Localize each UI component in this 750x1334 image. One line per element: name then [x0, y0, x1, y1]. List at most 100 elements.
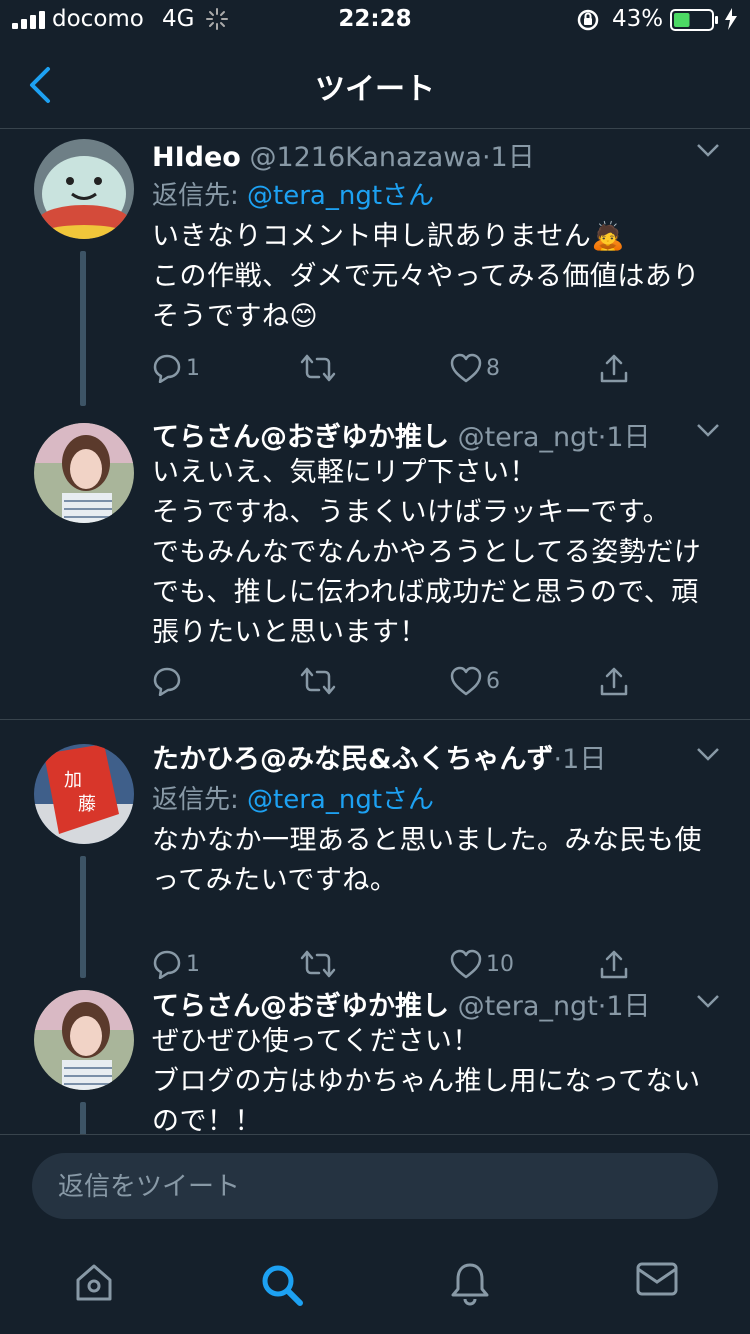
- reply-composer: [0, 1134, 750, 1240]
- heart-icon: [450, 353, 482, 383]
- tweet-text-line: ってみたいですね。: [152, 865, 398, 896]
- thread-line: [80, 1102, 86, 1134]
- share-button[interactable]: [598, 353, 630, 385]
- tweet-time: 1日: [562, 744, 607, 775]
- tweet-text-line: いきなりコメント申し訳ありません🙇: [152, 221, 626, 252]
- tweet-text: ぜひぜひ使ってください！ ブログの方はゆかちゃん推し用になってない ので！！: [152, 1022, 722, 1134]
- reply-to-label: 返信先:: [152, 785, 248, 815]
- reply-button[interactable]: [152, 666, 186, 696]
- tweet-header: てらさん@おぎゆか推し @tera_ngt·1日: [152, 984, 651, 1023]
- reply-to-mention[interactable]: @tera_ngtさん: [247, 181, 434, 211]
- share-icon: [600, 667, 628, 696]
- battery-icon: [670, 9, 718, 31]
- tweet-actions: 6: [152, 666, 632, 706]
- thread-line: [80, 856, 86, 978]
- avatar[interactable]: [34, 423, 134, 523]
- tweet-text-line: いえいえ、気軽にリプ下さい！: [152, 457, 537, 488]
- reply-icon: [153, 667, 181, 696]
- tweet-time: 1日: [606, 991, 651, 1022]
- page-title: ツイート: [315, 72, 435, 107]
- tweet-text-line: そうですね、うまくいけばラッキーです。: [152, 497, 671, 528]
- like-count: 10: [486, 951, 514, 977]
- share-button[interactable]: [598, 949, 630, 981]
- heart-icon: [450, 949, 482, 979]
- tweet-text-line: なかなか一理あると思いました。みな民も使: [152, 825, 702, 856]
- battery-percent: 43%: [612, 6, 664, 32]
- tweet-text-line: ぜひぜひ使ってください！: [152, 1026, 480, 1057]
- charging-icon: [725, 8, 737, 30]
- tweet-text-line: ので！！: [152, 1106, 262, 1134]
- thread-line: [80, 251, 86, 406]
- tweet-text: いきなりコメント申し訳ありません🙇 この作戦、ダメで元々やってみる価値はあり そ…: [152, 217, 722, 337]
- home-icon[interactable]: [72, 1261, 116, 1305]
- reply-box[interactable]: [32, 1153, 718, 1221]
- reply-count: 1: [186, 951, 200, 977]
- tweet-header: てらさん@おぎゆか推し @tera_ngt·1日: [152, 415, 651, 454]
- chevron-down-icon[interactable]: [696, 423, 720, 437]
- reply-count: 1: [186, 355, 200, 381]
- user-display-name[interactable]: てらさん@おぎゆか推し: [152, 422, 449, 453]
- tweet-header: たかひろ@みな民&ふくちゃんず·1日: [152, 737, 606, 776]
- retweet-icon: [300, 667, 336, 695]
- retweet-button[interactable]: [300, 949, 340, 979]
- like-count: 8: [486, 355, 500, 381]
- tweet-actions: 1 8: [152, 353, 632, 393]
- user-handle: @tera_ngt: [457, 422, 598, 453]
- user-display-name[interactable]: てらさん@おぎゆか推し: [152, 991, 449, 1022]
- tweet-text: いえいえ、気軽にリプ下さい！ そうですね、うまくいけばラッキーです。 でもみんな…: [152, 453, 722, 653]
- reply-to-mention[interactable]: @tera_ngtさん: [247, 785, 434, 815]
- tweet-text-line: でもみんなでなんかやろうとしてる姿勢だけ: [152, 537, 702, 568]
- notifications-icon[interactable]: [448, 1261, 492, 1307]
- separator-dot: ·: [481, 142, 491, 173]
- tweet-text-line: この作戦、ダメで元々やってみる価値はあり: [152, 261, 700, 292]
- reply-icon: [153, 354, 181, 383]
- reply-to-line: 返信先: @tera_ngtさん: [152, 175, 434, 212]
- reply-button[interactable]: 1: [152, 949, 200, 979]
- chevron-down-icon[interactable]: [696, 747, 720, 761]
- avatar[interactable]: 加 藤: [34, 744, 134, 844]
- reply-input[interactable]: [56, 1153, 700, 1221]
- retweet-button[interactable]: [300, 353, 340, 383]
- tweet-item[interactable]: てらさん@おぎゆか推し @tera_ngt·1日 ぜひぜひ使ってください！ ブロ…: [0, 980, 750, 1134]
- retweet-icon: [300, 354, 336, 382]
- tweet-item[interactable]: HIdeo @1216Kanazawa·1日 返信先: @tera_ngtさん …: [0, 129, 750, 409]
- reply-to-label: 返信先:: [152, 181, 248, 211]
- user-handle: @tera_ngt: [457, 991, 598, 1022]
- user-handle: @1216Kanazawa: [249, 142, 482, 173]
- svg-text:加: 加: [64, 770, 82, 791]
- share-icon: [600, 950, 628, 979]
- share-icon: [600, 354, 628, 383]
- tweet-text-line: そうですね😊: [152, 301, 319, 332]
- messages-icon[interactable]: [636, 1261, 678, 1297]
- reply-icon: [153, 950, 181, 979]
- user-display-name[interactable]: たかひろ@みな民&ふくちゃんず: [152, 744, 554, 775]
- retweet-button[interactable]: [300, 666, 340, 696]
- reply-to-line: 返信先: @tera_ngtさん: [152, 779, 434, 816]
- tweet-item[interactable]: 加 藤 たかひろ@みな民&ふくちゃんず·1日 返信先: @tera_ngtさん …: [0, 720, 750, 980]
- like-button[interactable]: 6: [450, 666, 500, 696]
- tweet-feed[interactable]: HIdeo @1216Kanazawa·1日 返信先: @tera_ngtさん …: [0, 129, 750, 1134]
- retweet-icon: [300, 950, 336, 978]
- separator-dot: ·: [553, 744, 563, 775]
- tweet-text-line: でも、推しに伝われば成功だと思うので、頑: [152, 577, 699, 608]
- share-button[interactable]: [598, 666, 630, 698]
- rotation-lock-icon: [577, 9, 599, 31]
- heart-icon: [450, 666, 482, 696]
- like-button[interactable]: 8: [450, 353, 500, 383]
- avatar[interactable]: [34, 990, 134, 1090]
- nav-header: ツイート: [0, 40, 750, 129]
- chevron-down-icon[interactable]: [696, 994, 720, 1008]
- user-display-name[interactable]: HIdeo: [152, 142, 241, 173]
- reply-button[interactable]: 1: [152, 353, 200, 383]
- status-bar: docomo 4G 22:28 43%: [0, 0, 750, 40]
- tweet-header: HIdeo @1216Kanazawa·1日: [152, 135, 535, 174]
- like-count: 6: [486, 668, 500, 694]
- search-icon[interactable]: [258, 1261, 306, 1309]
- tab-bar: [0, 1239, 750, 1334]
- tweet-item[interactable]: てらさん@おぎゆか推し @tera_ngt·1日 いえいえ、気軽にリプ下さい！ …: [0, 409, 750, 719]
- tweet-time: 1日: [606, 422, 651, 453]
- like-button[interactable]: 10: [450, 949, 514, 979]
- svg-text:藤: 藤: [78, 794, 96, 815]
- chevron-down-icon[interactable]: [696, 143, 720, 157]
- avatar[interactable]: [34, 139, 134, 239]
